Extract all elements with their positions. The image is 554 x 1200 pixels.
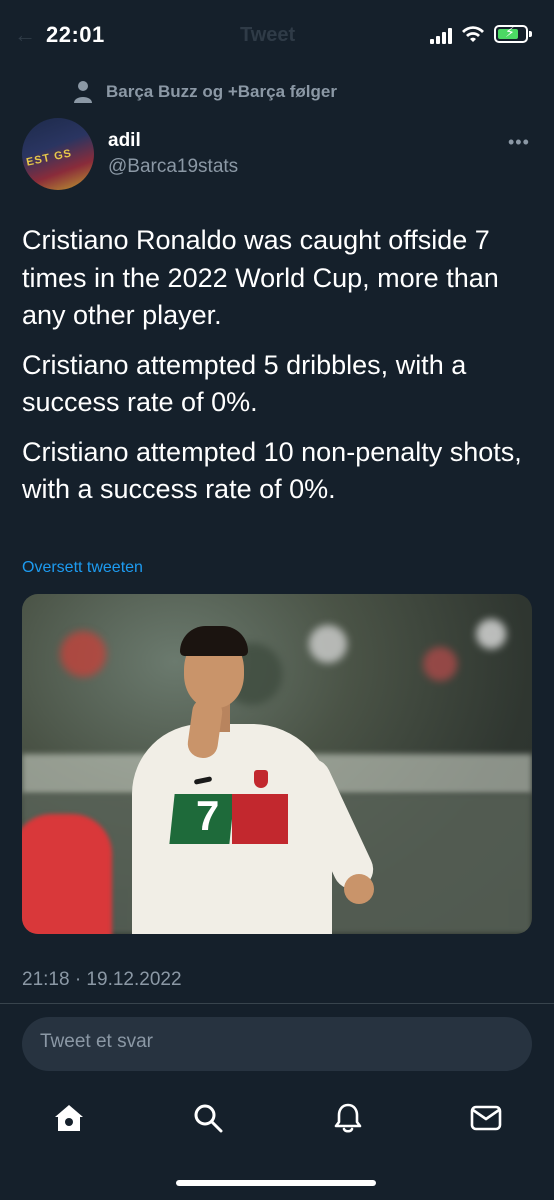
shirt-number: 7 [196, 792, 220, 839]
social-context[interactable]: Barça Buzz og +Barça følger [72, 80, 337, 104]
translate-tweet-link[interactable]: Oversett tweeten [22, 559, 143, 577]
wifi-icon [462, 26, 484, 42]
home-icon[interactable] [51, 1100, 87, 1136]
photo-other-player [22, 814, 112, 934]
player-hair [180, 626, 248, 656]
battery-icon: ⚡ [494, 24, 532, 43]
header-title: Tweet [240, 24, 296, 46]
tweet-timestamp: 21:18 · 19.12.2022 [22, 969, 182, 990]
avatar[interactable]: EST GS [22, 118, 94, 190]
tweet-paragraph: Cristiano attempted 5 dribbles, with a s… [22, 349, 467, 418]
search-icon[interactable] [190, 1100, 226, 1136]
shirt-red-panel [232, 794, 288, 844]
more-options-icon[interactable]: ••• [508, 132, 530, 153]
player-hand [344, 874, 374, 904]
social-context-text: Barça Buzz og +Barça følger [106, 82, 337, 101]
messages-envelope-icon[interactable] [468, 1100, 504, 1136]
status-bar: ← 22:01 Tweet ⚡ [0, 0, 554, 70]
tweet-paragraph: Cristiano Ronaldo was caught offside 7 t… [22, 225, 499, 330]
tweet-photo[interactable]: 7 [22, 594, 532, 934]
person-icon [74, 81, 92, 103]
arrow-left-icon[interactable]: ← [14, 22, 36, 48]
divider [0, 1003, 554, 1004]
tweet-text: Cristiano Ronaldo was caught offside 7 t… [22, 222, 537, 521]
reply-placeholder: Tweet et svar [40, 1031, 153, 1052]
bottom-nav [0, 1086, 554, 1150]
status-time: 22:01 [46, 22, 105, 47]
crest-icon [254, 770, 268, 788]
reply-input[interactable]: Tweet et svar [22, 1017, 532, 1071]
home-indicator[interactable] [176, 1180, 376, 1186]
author-name[interactable]: adil [108, 130, 141, 152]
signal-icon [430, 28, 454, 44]
author-handle[interactable]: @Barca19stats [108, 156, 238, 178]
tweet-paragraph: Cristiano attempted 10 non-penalty shots… [22, 436, 522, 505]
tweet-detail-screen: ← 22:01 Tweet ⚡ Barça Buzz og +Barça føl… [0, 0, 554, 1200]
notifications-bell-icon[interactable] [330, 1100, 366, 1136]
